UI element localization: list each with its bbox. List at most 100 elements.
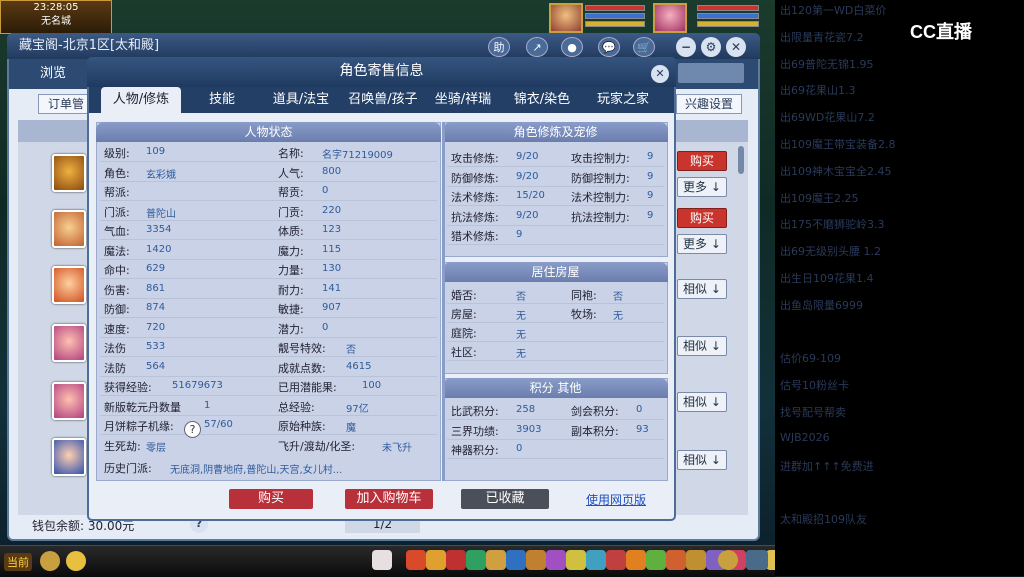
hud-clock-panel: 23:28:05 无名城 <box>0 0 112 34</box>
tab-browse[interactable]: 浏览 <box>40 60 66 88</box>
listing-avatar[interactable] <box>52 210 86 248</box>
microphone-icon[interactable] <box>40 551 60 571</box>
listing-buy-button[interactable]: 购买 <box>677 208 727 228</box>
row-divider <box>447 166 664 167</box>
smile-icon[interactable] <box>718 550 738 570</box>
row-divider <box>100 434 437 435</box>
overlay-text-line: 出69无级别头腰 1.2 <box>780 245 881 259</box>
chevron-down-icon: ↓ <box>710 237 721 251</box>
listing-avatar[interactable] <box>52 266 86 304</box>
tab-mounts[interactable]: 坐骑/祥瑞 <box>427 87 499 113</box>
question-icon[interactable]: ? <box>184 421 201 438</box>
status-value: 普陀山 <box>146 209 176 220</box>
cart-icon[interactable]: 🛒 <box>633 37 655 57</box>
toolbar-icon[interactable] <box>446 550 466 570</box>
toolbar-icon[interactable] <box>546 550 566 570</box>
system-icon[interactable] <box>746 550 768 570</box>
row-divider <box>100 239 437 240</box>
tab-items[interactable]: 道具/法宝 <box>263 87 339 113</box>
toolbar-icon[interactable] <box>566 550 586 570</box>
emoji-icon[interactable] <box>66 551 86 571</box>
info-value: 无 <box>516 349 526 360</box>
info-value: 否 <box>516 292 526 303</box>
tab-orders[interactable]: 订单管 <box>38 94 94 114</box>
list-scrollbar[interactable] <box>738 146 744 174</box>
status-value: 否 <box>346 345 356 356</box>
listing-similar-button[interactable]: 相似 ↓ <box>677 450 727 470</box>
section-header-status: 人物状态 <box>96 122 441 142</box>
listing-avatar[interactable] <box>52 382 86 420</box>
tab-character[interactable]: 人物/修炼 <box>101 87 181 113</box>
info-value: 9 <box>647 210 654 221</box>
row-divider <box>100 220 437 221</box>
player-hp-bar <box>585 5 645 11</box>
toolbar-icon[interactable] <box>586 550 606 570</box>
listing-more-button[interactable]: 更多 ↓ <box>677 234 727 254</box>
toolbar-icon[interactable] <box>626 550 646 570</box>
status-value: 51679673 <box>172 380 223 391</box>
favorited-button[interactable]: 已收藏 <box>461 489 549 509</box>
row-divider <box>100 298 437 299</box>
close-icon[interactable]: ✕ <box>651 65 669 83</box>
toolbar-icon[interactable] <box>666 550 686 570</box>
toolbar-icon[interactable] <box>686 550 706 570</box>
overlay-text-line: 出鱼岛限量6999 <box>780 298 863 312</box>
row-divider <box>100 181 437 182</box>
listing-similar-button[interactable]: 相似 ↓ <box>677 336 727 356</box>
status-key: 月饼粽子机缘: <box>104 420 174 433</box>
buy-button[interactable]: 购买 <box>229 489 313 509</box>
chevron-down-icon: ↓ <box>710 180 721 194</box>
share-icon[interactable]: ↗ <box>526 37 548 57</box>
toolbar-icon[interactable] <box>486 550 506 570</box>
overlay-text-line: 出175不磨狮驼岭3.3 <box>780 218 885 232</box>
toolbar-icon[interactable] <box>646 550 666 570</box>
listing-avatar[interactable] <box>52 154 86 192</box>
add-to-cart-button[interactable]: 加入购物车 <box>345 489 433 509</box>
info-key: 同袍: <box>571 289 597 302</box>
listing-similar-button[interactable]: 相似 ↓ <box>677 392 727 412</box>
status-key: 名称: <box>278 147 304 160</box>
chat-icon[interactable]: 💬 <box>598 37 620 57</box>
record-icon[interactable]: ● <box>561 37 583 57</box>
toolbar-icon[interactable] <box>506 550 526 570</box>
toolbar-icon[interactable] <box>426 550 446 570</box>
toolbar-icon[interactable] <box>466 550 486 570</box>
listing-similar-button[interactable]: 相似 ↓ <box>677 279 727 299</box>
help-icon[interactable]: 助 <box>488 37 510 57</box>
tab-outfits[interactable]: 锦衣/染色 <box>505 87 579 113</box>
overlay-text-line: 估号10粉丝卡 <box>780 379 849 393</box>
pet-portrait[interactable] <box>653 3 687 33</box>
row-divider <box>100 259 437 260</box>
listing-buy-button[interactable]: 购买 <box>677 151 727 171</box>
status-value: 130 <box>322 263 342 274</box>
listing-avatar[interactable] <box>52 438 86 476</box>
tab-pets[interactable]: 召唤兽/孩子 <box>343 87 423 113</box>
interest-settings-button[interactable]: 兴趣设置 <box>676 94 742 114</box>
status-key: 魔力: <box>278 245 304 258</box>
info-key: 庭院: <box>451 327 477 340</box>
pet-icon[interactable] <box>372 550 392 570</box>
listing-avatar[interactable] <box>52 324 86 362</box>
tab-home[interactable]: 玩家之家 <box>586 87 660 113</box>
search-box[interactable] <box>678 63 744 83</box>
toolbar-icon[interactable] <box>526 550 546 570</box>
minimize-icon[interactable]: − <box>676 37 696 57</box>
toolbar-icon[interactable] <box>406 550 426 570</box>
status-value: 533 <box>146 341 166 352</box>
web-version-link[interactable]: 使用网页版 <box>586 491 646 508</box>
info-value: 否 <box>613 292 623 303</box>
status-value: 100 <box>362 380 382 391</box>
status-key: 新版乾元丹数量 <box>104 401 181 414</box>
info-key: 法术控制力: <box>571 191 630 204</box>
overlay-text-line: 出限量青花瓷7.2 <box>780 30 864 44</box>
close-icon[interactable]: ✕ <box>726 37 746 57</box>
player-portrait[interactable] <box>549 3 583 33</box>
settings-icon[interactable]: ⚙ <box>701 37 721 57</box>
listing-more-button[interactable]: 更多 ↓ <box>677 177 727 197</box>
toolbar-icon[interactable] <box>606 550 626 570</box>
tab-skills[interactable]: 技能 <box>192 87 252 113</box>
info-value: 3903 <box>516 424 542 435</box>
channel-label[interactable]: 当前 <box>4 553 32 571</box>
history-value: 无底洞,阴曹地府,普陀山,天宫,女儿村... <box>170 465 343 476</box>
status-value: 800 <box>322 166 342 177</box>
